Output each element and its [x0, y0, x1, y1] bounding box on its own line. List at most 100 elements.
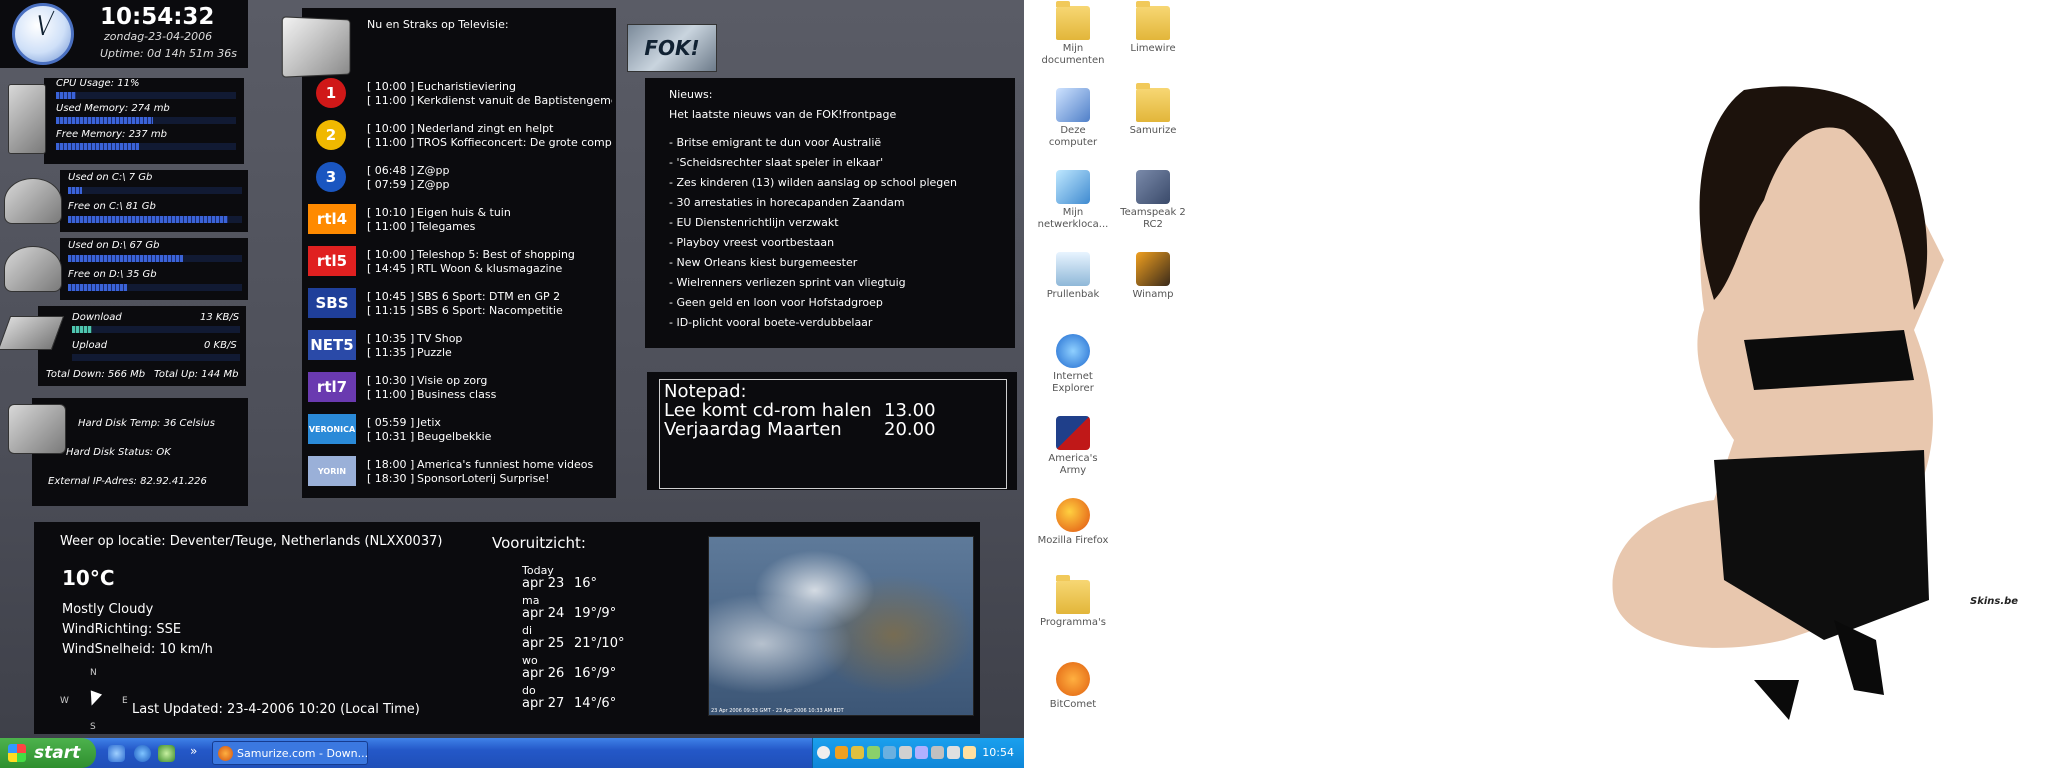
tv-program: [ 14:45 ] RTL Woon & klusmagazine	[367, 262, 612, 276]
quicklaunch-media-icon[interactable]	[108, 745, 125, 762]
quicklaunch-chevron-icon[interactable]: »	[190, 744, 197, 758]
tray-icon[interactable]	[899, 746, 912, 759]
desktop-icon[interactable]: Teamspeak 2 RC2	[1117, 170, 1189, 231]
tv-program: [ 07:59 ] Z@pp	[367, 178, 612, 192]
tv-program: [ 06:48 ] Z@pp	[367, 164, 612, 178]
desktop-icon[interactable]: Mijn netwerkloca...	[1037, 170, 1109, 231]
news-item[interactable]: - 30 arrestaties in horecapanden Zaandam	[669, 196, 957, 216]
cpu-memory-widget: CPU Usage: 11% Used Memory: 274 mb Free …	[44, 78, 244, 164]
news-item[interactable]: - Britse emigrant te dun voor Australië	[669, 136, 957, 156]
tv-channel-row: 2 [ 10:00 ] Nederland zingt en helpt[ 11:0…	[302, 116, 616, 156]
channel-logo-icon: YORIN	[308, 456, 356, 486]
desktop-icon[interactable]: Winamp	[1117, 252, 1189, 301]
total-up: Total Up: 144 Mb	[154, 369, 239, 380]
tv-program: [ 10:35 ] TV Shop	[367, 332, 612, 346]
desktop-icon[interactable]: Limewire	[1117, 1, 1189, 55]
monitor-icon	[8, 404, 66, 454]
wind-speed: WindSnelheid: 10 km/h	[62, 642, 213, 657]
forecast-temp: 19°/9°	[574, 606, 617, 621]
drive-c-widget: Used on C:\ 7 Gb Free on C:\ 81 Gb	[60, 170, 248, 232]
news-heading: Nieuws:	[669, 88, 713, 101]
desktop-icon[interactable]: America's Army	[1037, 416, 1109, 477]
news-item[interactable]: - Wielrenners verliezen sprint van vlieg…	[669, 276, 957, 296]
tray-icon[interactable]	[867, 746, 880, 759]
forecast-temp: 16°/9°	[574, 666, 617, 681]
tv-program: [ 11:00 ] Business class	[367, 388, 612, 402]
tray-icon[interactable]	[963, 746, 976, 759]
desktop-icon-label: Internet Explorer	[1052, 371, 1094, 394]
hard-drive-icon	[4, 178, 62, 224]
tv-program-time: [ 11:15 ]	[367, 304, 415, 317]
quicklaunch-ie-icon[interactable]	[134, 745, 151, 762]
news-item[interactable]: - New Orleans kiest burgemeester	[669, 256, 957, 276]
folder-icon	[1056, 575, 1090, 614]
news-item[interactable]: - ID-plicht vooral boete-verdubbelaar	[669, 316, 957, 336]
forecast-date: apr 23	[522, 576, 565, 591]
tv-program: [ 11:35 ] Puzzle	[367, 346, 612, 360]
forecast-date: apr 24	[522, 606, 565, 621]
desktop-icon[interactable]: Deze computer	[1037, 88, 1109, 149]
computer-tower-icon	[8, 84, 46, 154]
tv-program-time: [ 18:30 ]	[367, 472, 415, 485]
quicklaunch-desktop-icon[interactable]	[158, 745, 175, 762]
compass-w: W	[60, 696, 69, 706]
news-widget: Nieuws: Het laatste nieuws van de FOK!fr…	[645, 78, 1015, 348]
windows-logo-icon	[8, 744, 26, 762]
tray-icon[interactable]	[947, 746, 960, 759]
forecast-date: apr 27	[522, 696, 565, 711]
samurize-desktop: 10:54:32 zondag-23-04-2006 Uptime: 0d 14…	[0, 0, 1024, 768]
desktop-icon[interactable]: Programma's	[1037, 575, 1109, 629]
news-item[interactable]: - 'Scheidsrechter slaat speler in elkaar…	[669, 156, 957, 176]
download-label: Download	[72, 312, 122, 323]
tv-program-time: [ 10:00 ]	[367, 248, 415, 261]
desktop-icon[interactable]: Prullenbak	[1037, 252, 1109, 301]
upload-label: Upload	[72, 340, 108, 351]
tv-program-time: [ 10:10 ]	[367, 206, 415, 219]
uptime: Uptime: 0d 14h 51m 36s	[100, 47, 237, 60]
desktop-icon[interactable]: BitComet	[1037, 662, 1109, 711]
folder-icon	[1136, 83, 1170, 122]
tray-expand-icon[interactable]	[817, 746, 830, 759]
army-icon	[1056, 416, 1090, 450]
notepad-widget: Notepad: Lee komt cd-rom halen 13.00 Verja…	[647, 372, 1017, 490]
tray-icon[interactable]	[835, 746, 848, 759]
tv-program: [ 11:00 ] TROS Koffieconcert: De grote co…	[367, 136, 612, 150]
notepad-entry-time: 20.00	[884, 419, 936, 440]
tv-program-time: [ 14:45 ]	[367, 262, 415, 275]
tv-program-title: SponsorLoterij Surprise!	[417, 472, 550, 485]
tv-program-title: Puzzle	[417, 346, 452, 359]
news-item[interactable]: - EU Dienstenrichtlijn verzwakt	[669, 216, 957, 236]
tray-icon[interactable]	[883, 746, 896, 759]
wallpaper-watermark: Skins.be	[1970, 596, 2019, 607]
weather-temperature: 10°C	[62, 566, 115, 590]
tray-clock[interactable]: 10:54	[982, 746, 1014, 759]
desktop-icon[interactable]: Internet Explorer	[1037, 334, 1109, 395]
external-ip: External IP-Adres: 82.92.41.226	[48, 476, 207, 487]
network-widget: Download 13 KB/S Upload 0 KB/S Total Dow…	[38, 306, 246, 386]
desktop-icon-label: America's Army	[1048, 453, 1098, 476]
hd-status: Hard Disk Status: OK	[66, 447, 171, 458]
tv-channel-row: 3 [ 06:48 ] Z@pp[ 07:59 ] Z@pp	[302, 158, 616, 198]
tray-icon[interactable]	[931, 746, 944, 759]
start-button[interactable]: start	[0, 738, 96, 768]
news-item[interactable]: - Playboy vreest voortbestaan	[669, 236, 957, 256]
tv-program-time: [ 11:00 ]	[367, 220, 415, 233]
taskbar-window-button[interactable]: Samurize.com - Down...	[212, 741, 368, 765]
desktop-icon[interactable]: Samurize	[1117, 83, 1189, 137]
forecast-date: apr 25	[522, 636, 565, 651]
news-item[interactable]: - Zes kinderen (13) wilden aanslag op sc…	[669, 176, 957, 196]
tv-channel-row: NET5 [ 10:35 ] TV Shop[ 11:35 ] Puzzle	[302, 326, 616, 366]
forecast-day: di apr 25 21°/10°	[522, 624, 624, 651]
notepad-entry-time: 13.00	[884, 400, 936, 421]
desktop-icon[interactable]: Mijn documenten	[1037, 1, 1109, 67]
ie-icon	[1056, 334, 1090, 368]
news-item[interactable]: - Geen geld en loon voor Hofstadgroep	[669, 296, 957, 316]
tv-program-title: Business class	[417, 388, 497, 401]
start-label: start	[34, 743, 81, 763]
winamp-icon	[1136, 252, 1170, 286]
tray-icon[interactable]	[851, 746, 864, 759]
desktop-icon[interactable]: Mozilla Firefox	[1037, 498, 1109, 547]
bitcomet-icon	[1056, 662, 1090, 696]
channel-logo-icon: VERONICA	[308, 414, 356, 444]
tray-icon[interactable]	[915, 746, 928, 759]
